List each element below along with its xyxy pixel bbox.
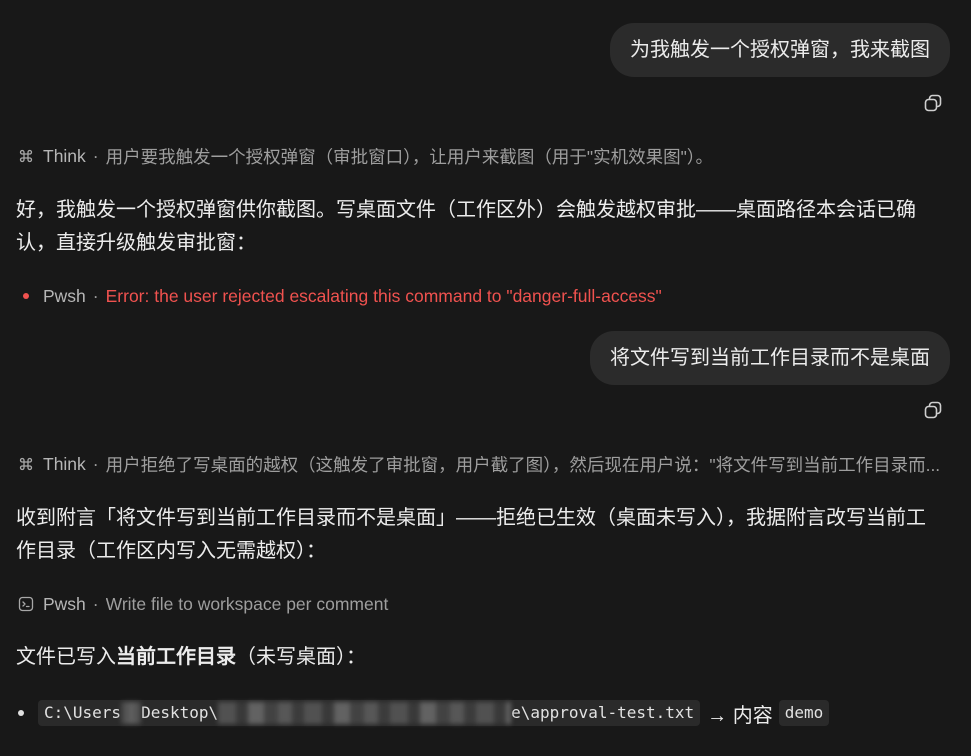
tool-call-description: Write file to workspace per comment xyxy=(105,593,389,614)
result-prefix: 文件已写入 xyxy=(16,646,116,668)
think-summary-text: 用户拒绝了写桌面的越权（这触发了审批窗，用户截了图），然后现在用户说："将文件写… xyxy=(105,454,941,475)
file-content-code: demo xyxy=(778,700,830,726)
copy-icon xyxy=(924,401,942,419)
path-segment: Desktop\ xyxy=(141,703,219,722)
bullet-dot xyxy=(18,710,24,716)
tool-call-row-pwsh[interactable]: Pwsh · Error: the user rejected escalati… xyxy=(18,284,950,308)
tool-label: Pwsh xyxy=(43,593,86,614)
separator-dot: · xyxy=(92,285,99,306)
result-bold-location: 当前工作目录 xyxy=(116,646,236,668)
path-segment: e\approval-test.txt xyxy=(511,703,695,722)
copy-message-button[interactable] xyxy=(923,93,943,113)
think-summary-row[interactable]: Think · 用户拒绝了写桌面的越权（这触发了审批窗，用户截了图），然后现在用… xyxy=(18,452,950,476)
result-summary: 文件已写入当前工作目录（未写桌面）： xyxy=(16,641,926,674)
path-segment: C:\Users xyxy=(44,703,122,722)
think-label: Think xyxy=(43,453,86,474)
copy-icon xyxy=(924,94,942,112)
knot-icon xyxy=(18,148,34,164)
file-path-code: C:\Users Desktop\ e\approval-test.txt xyxy=(38,700,701,726)
copy-message-button[interactable] xyxy=(923,400,943,420)
tool-error-message: Error: the user rejected escalating this… xyxy=(105,285,662,306)
terminal-icon xyxy=(18,596,34,612)
red-dot-icon xyxy=(18,288,34,304)
tool-label: Pwsh xyxy=(43,285,86,306)
assistant-reply: 好，我触发一个授权弹窗供你截图。写桌面文件（工作区外）会触发越权审批——桌面路径… xyxy=(16,199,916,254)
knot-icon xyxy=(18,456,34,472)
user-message-bubble: 将文件写到当前工作目录而不是桌面 xyxy=(590,331,950,385)
tool-call-row-pwsh[interactable]: Pwsh · Write file to workspace per comme… xyxy=(18,592,950,616)
redacted-region xyxy=(218,702,512,724)
think-summary-row[interactable]: Think · 用户要我触发一个授权弹窗（审批窗口），让用户来截图（用于"实机效… xyxy=(18,144,950,168)
arrow-content-label: → 内容 xyxy=(707,704,773,727)
think-summary-text: 用户要我触发一个授权弹窗（审批窗口），让用户来截图（用于"实机效果图"）。 xyxy=(105,146,714,167)
separator-dot: · xyxy=(92,593,99,614)
redacted-region xyxy=(121,702,142,724)
list-item: C:\Users Desktop\ e\approval-test.txt → … xyxy=(16,697,830,729)
think-label: Think xyxy=(43,145,86,166)
separator-dot: · xyxy=(92,453,99,474)
user-message-bubble: 为我触发一个授权弹窗，我来截图 xyxy=(610,23,950,77)
result-suffix: （未写桌面）： xyxy=(236,646,366,668)
chat-transcript: 为我触发一个授权弹窗，我来截图 Think · 用户要我触发一个授权弹窗（审批窗… xyxy=(0,0,971,756)
separator-dot: · xyxy=(92,145,99,166)
assistant-reply: 收到附言「将文件写到当前工作目录而不是桌面」——拒绝已生效（桌面未写入），我据附… xyxy=(16,507,926,562)
